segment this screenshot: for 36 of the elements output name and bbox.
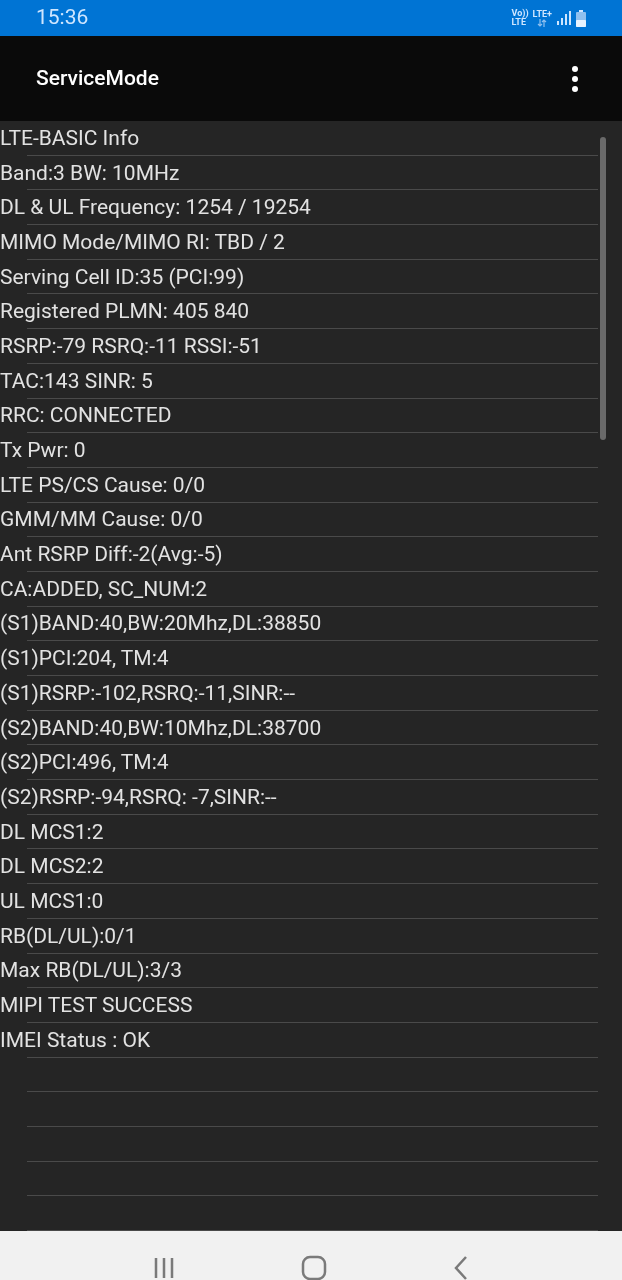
info-line: IMEI Status : OK — [0, 1029, 151, 1051]
info-line: (S2)BAND:40,BW:10Mhz,DL:38700 — [0, 717, 322, 739]
info-line: LTE PS/CS Cause: 0/0 — [0, 474, 206, 496]
info-line: LTE-BASIC Info — [0, 127, 140, 149]
info-line: RRC: CONNECTED — [0, 405, 172, 427]
info-line: RSRP:-79 RSRQ:-11 RSSI:-51 — [0, 335, 262, 357]
volte-label: Vo)) — [511, 9, 529, 18]
info-line: (S1)BAND:40,BW:20Mhz,DL:38850 — [0, 613, 322, 635]
info-line: (S2)PCI:496, TM:4 — [0, 752, 169, 774]
network-label: LTE+ — [532, 9, 552, 19]
info-line: DL & UL Frequency: 1254 / 19254 — [0, 197, 311, 219]
info-line: Serving Cell ID:35 (PCI:99) — [0, 266, 245, 288]
info-line: MIMO Mode/MIMO RI: TBD / 2 — [0, 231, 285, 253]
info-line: RB(DL/UL):0/1 — [0, 925, 137, 947]
info-line: CA:ADDED, SC_NUM:2 — [0, 578, 208, 600]
info-line: (S1)RSRP:-102,RSRQ:-11,SINR:-- — [0, 682, 295, 704]
scrollbar[interactable] — [600, 137, 606, 440]
info-line: (S2)RSRP:-94,RSRQ: -7,SINR:-- — [0, 786, 277, 808]
info-line: DL MCS1:2 — [0, 821, 104, 843]
clock: 15:36 — [36, 4, 89, 32]
battery-icon — [576, 9, 586, 27]
info-line: Ant RSRP Diff:-2(Avg:-5) — [0, 544, 223, 566]
data-arrows-icon — [537, 18, 548, 27]
info-line: DL MCS2:2 — [0, 856, 104, 878]
info-line: Registered PLMN: 405 840 — [0, 301, 250, 323]
info-line: Band:3 BW: 10MHz — [0, 162, 180, 184]
info-line: MIPI TEST SUCCESS — [0, 995, 193, 1017]
info-line: Tx Pwr: 0 — [0, 440, 86, 462]
info-line: UL MCS1:0 — [0, 890, 104, 912]
signal-icon — [556, 10, 572, 26]
info-line: TAC:143 SINR: 5 — [0, 370, 153, 392]
volte-label: LTE — [511, 18, 526, 27]
app-title: ServiceMode — [36, 64, 159, 92]
info-line: Max RB(DL/UL):3/3 — [0, 960, 182, 982]
info-line: GMM/MM Cause: 0/0 — [0, 509, 203, 531]
info-line: (S1)PCI:204, TM:4 — [0, 648, 169, 670]
